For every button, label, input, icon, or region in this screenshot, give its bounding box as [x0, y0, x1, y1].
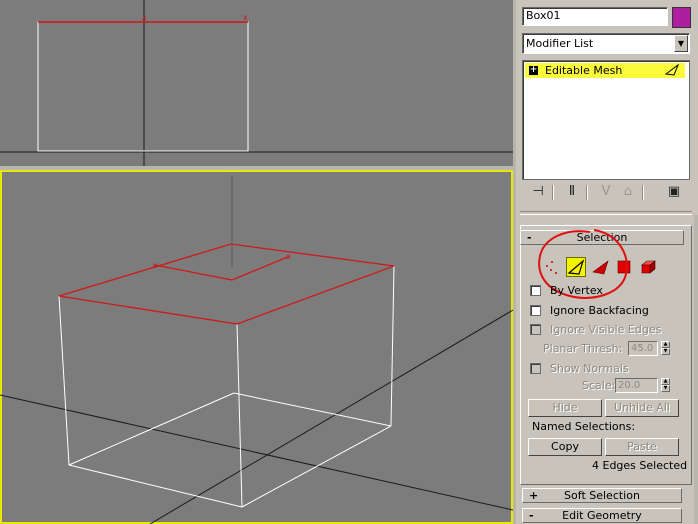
- object-name-field[interactable]: Box01: [522, 7, 668, 26]
- selection-status: 4 Edges Selected: [592, 459, 688, 472]
- stack-item-editable-mesh[interactable]: + Editable Mesh: [525, 63, 685, 78]
- front-viewport-canvas: x x: [0, 0, 513, 166]
- planar-thresh-field[interactable]: 45.0: [628, 341, 658, 356]
- configure-sets-icon[interactable]: ▣: [664, 182, 684, 202]
- stack-item-label: Editable Mesh: [545, 64, 623, 77]
- edit-geometry-title: Edit Geometry: [562, 509, 642, 522]
- selected-edges-perspective: [58, 243, 395, 325]
- planar-thresh-spinner[interactable]: ▲ ▼: [661, 341, 670, 356]
- perspective-viewport[interactable]: x x: [0, 170, 513, 524]
- perspective-viewport-canvas: x x: [0, 175, 513, 524]
- panel-scrollbar[interactable]: [694, 215, 698, 524]
- edit-geometry-rollout[interactable]: - Edit Geometry: [522, 508, 682, 523]
- show-end-result-icon[interactable]: Ⅱ: [562, 182, 582, 202]
- paste-button[interactable]: Paste: [605, 438, 679, 456]
- soft-selection-rollout[interactable]: + Soft Selection: [522, 488, 682, 503]
- svg-text:x: x: [152, 261, 157, 270]
- modifier-list-dropdown[interactable]: Modifier List ▼: [522, 33, 690, 54]
- copy-button[interactable]: Copy: [528, 438, 602, 456]
- front-viewport[interactable]: x x: [0, 0, 513, 166]
- stack-toolbar: ⊣ Ⅱ V ⌂ ▣: [522, 182, 690, 204]
- named-selections-label: Named Selections:: [532, 420, 636, 433]
- svg-text:x: x: [142, 13, 147, 22]
- svg-text:x: x: [243, 13, 248, 22]
- hide-button[interactable]: Hide: [528, 399, 602, 417]
- modifier-list-label: Modifier List: [526, 37, 594, 50]
- expand-icon[interactable]: +: [529, 66, 538, 75]
- object-color-swatch[interactable]: [672, 7, 691, 28]
- scale-spinner[interactable]: ▲ ▼: [661, 378, 670, 393]
- scale-field[interactable]: 20.0: [615, 378, 658, 393]
- unhide-all-button[interactable]: Unhide All: [605, 399, 679, 417]
- remove-modifier-icon[interactable]: ⌂: [618, 182, 638, 202]
- scale-label: Scale:: [582, 379, 616, 392]
- pin-stack-icon[interactable]: ⊣: [528, 182, 548, 202]
- svg-text:x: x: [286, 252, 291, 261]
- box-front-wire: [37, 21, 249, 152]
- planar-thresh-label: Planar Thresh:: [543, 342, 623, 355]
- box-perspective-wire: [58, 265, 395, 508]
- command-panel: Box01 Modifier List ▼ + Editable Mesh ⊣ …: [516, 0, 698, 524]
- element-level-icon[interactable]: [638, 257, 658, 277]
- soft-selection-title: Soft Selection: [564, 489, 640, 502]
- edge-subobject-icon: [665, 64, 679, 76]
- make-unique-icon[interactable]: V: [596, 182, 616, 202]
- chevron-down-icon[interactable]: ▼: [674, 35, 688, 52]
- modifier-stack[interactable]: + Editable Mesh: [522, 60, 690, 180]
